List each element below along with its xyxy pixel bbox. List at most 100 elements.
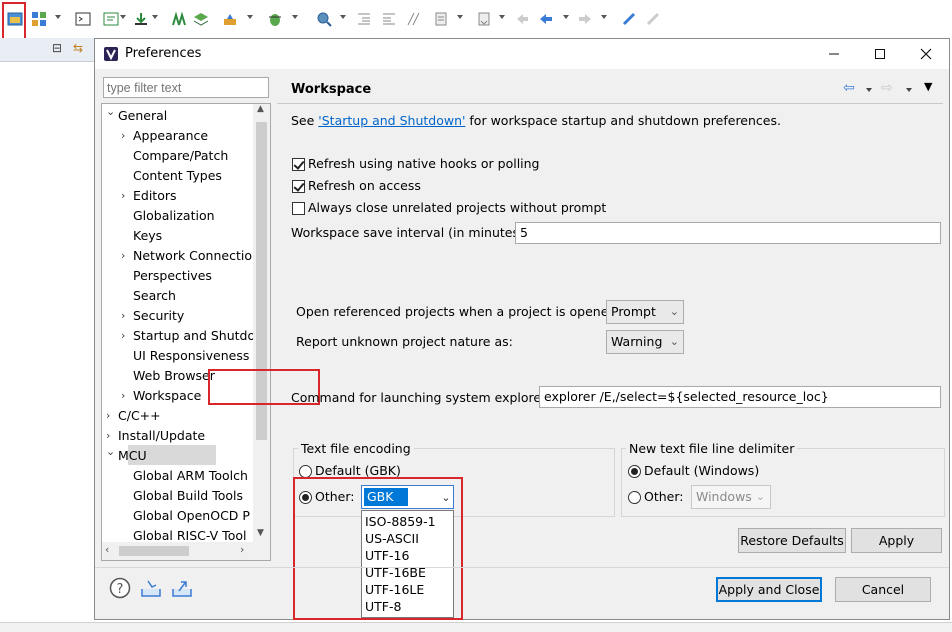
minimize-icon — [829, 53, 839, 55]
apply-button[interactable]: Apply — [851, 528, 942, 553]
svg-text:?: ? — [117, 582, 124, 597]
outdent-icon[interactable] — [381, 11, 397, 27]
scroll-down-icon[interactable]: ▼ — [257, 528, 264, 538]
pin-editor-icon[interactable] — [621, 11, 637, 27]
chevron-right-icon[interactable]: › — [121, 126, 125, 146]
toggle-comment-icon[interactable] — [405, 11, 421, 27]
view-menu-icon[interactable]: ▼ — [924, 80, 932, 93]
close-icon — [920, 48, 932, 60]
terminal-icon[interactable] — [75, 11, 91, 27]
back-arrow-icon[interactable] — [538, 11, 554, 27]
console-icon[interactable] — [103, 11, 119, 27]
tree-item-label: Compare/Patch — [133, 148, 229, 163]
startup-shutdown-link[interactable]: 'Startup and Shutdown' — [318, 113, 465, 128]
report-unknown-select[interactable]: Warning ⌄ — [606, 330, 684, 354]
refresh-access-checkbox[interactable] — [292, 180, 305, 193]
chevron-down-icon[interactable] — [292, 15, 298, 19]
chevron-down-icon[interactable] — [601, 15, 607, 19]
chevron-down-icon[interactable] — [866, 88, 872, 92]
forward-arrow-icon[interactable]: ⇨ — [881, 80, 893, 96]
delimiter-default-radio[interactable] — [628, 465, 641, 478]
refresh-native-checkbox[interactable] — [292, 158, 305, 171]
chevron-down-icon[interactable] — [906, 88, 912, 92]
build-all-icon[interactable] — [171, 11, 187, 27]
title-bar: Preferences — [95, 39, 949, 69]
vertical-scrollbar[interactable]: ▲ ▼ — [253, 104, 270, 542]
tree-item-label: Workspace — [133, 388, 202, 403]
tree-item-label: Startup and Shutdo — [133, 328, 256, 343]
chevron-down-icon: ⌄ — [755, 490, 765, 503]
cancel-button[interactable]: Cancel — [835, 577, 931, 602]
delimiter-other-radio[interactable] — [628, 491, 641, 504]
window-title: Preferences — [125, 46, 202, 61]
open-referenced-select[interactable]: Prompt ⌄ — [606, 300, 684, 324]
restore-defaults-button[interactable]: Restore Defaults — [738, 528, 846, 553]
explorer-cmd-label: Command for launching system explorer: — [291, 390, 551, 405]
delimiter-value: Windows — [696, 489, 752, 504]
chevron-down-icon: ⌄ — [669, 305, 679, 318]
back-arrow-icon[interactable]: ⇦ — [843, 80, 855, 96]
annotation-icon[interactable] — [433, 11, 449, 27]
chevron-down-icon[interactable] — [55, 15, 61, 19]
chevron-right-icon[interactable]: › — [106, 406, 110, 426]
last-edit-icon[interactable] — [514, 11, 530, 27]
chevron-down-icon[interactable] — [152, 15, 158, 19]
open-referenced-value: Prompt — [611, 304, 656, 319]
chevron-down-icon: ⌄ — [669, 335, 679, 348]
ide-status-strip — [0, 622, 952, 632]
save-interval-input[interactable]: 5 — [515, 222, 941, 244]
close-button[interactable] — [903, 39, 949, 69]
chevron-right-icon[interactable]: › — [121, 186, 125, 206]
see-suffix: for workspace startup and shutdown prefe… — [465, 113, 781, 128]
tree-item-label: Editors — [133, 188, 177, 203]
chevron-down-icon[interactable]: ⌄ — [106, 442, 115, 462]
scroll-left-icon[interactable]: ‹ — [105, 543, 109, 556]
search-icon[interactable] — [316, 11, 332, 27]
delimiter-other-label: Other: — [644, 489, 684, 504]
preferences-tree: ⌄ General › Appearance Compare/Patch Content … — [101, 103, 271, 561]
always-close-checkbox[interactable] — [292, 202, 305, 215]
undo-pin-icon[interactable] — [645, 11, 661, 27]
chevron-down-icon[interactable]: ⌄ — [106, 104, 115, 122]
chevron-down-icon[interactable] — [457, 15, 463, 19]
chevron-right-icon[interactable]: › — [121, 386, 125, 406]
chevron-down-icon[interactable] — [120, 15, 126, 19]
chevron-down-icon[interactable] — [499, 15, 505, 19]
next-annotation-icon[interactable] — [476, 11, 492, 27]
filter-input[interactable] — [103, 77, 269, 98]
forward-arrow-icon[interactable] — [577, 11, 593, 27]
chevron-right-icon[interactable]: › — [121, 326, 125, 346]
scrollbar-thumb[interactable] — [119, 546, 189, 556]
apply-and-close-button[interactable]: Apply and Close — [716, 577, 822, 602]
debug-bug-icon[interactable] — [267, 11, 283, 27]
help-icon[interactable]: ? — [109, 577, 131, 599]
external-tools-icon[interactable] — [222, 11, 238, 27]
chevron-down-icon[interactable] — [340, 15, 346, 19]
tree-item-label: MCU — [118, 448, 147, 463]
chevron-down-icon[interactable] — [247, 15, 253, 19]
preferences-dialog: Preferences ⌄General›AppearanceCompare/P… — [94, 38, 950, 620]
export-icon[interactable] — [171, 577, 193, 599]
maximize-button[interactable] — [857, 39, 903, 69]
minimize-button[interactable] — [811, 39, 857, 69]
chevron-down-icon[interactable] — [563, 15, 569, 19]
scroll-up-icon[interactable]: ▲ — [257, 104, 264, 114]
report-unknown-label: Report unknown project nature as: — [296, 334, 513, 349]
tree-item-label: Global OpenOCD P — [133, 508, 250, 523]
link-editor-icon[interactable]: ⇆ — [73, 41, 83, 55]
download-icon[interactable] — [133, 11, 149, 27]
scroll-right-icon[interactable]: › — [240, 543, 244, 556]
explorer-cmd-input[interactable]: explorer /E,/select=${selected_resource_… — [539, 386, 941, 408]
eclipse-logo-icon — [103, 46, 119, 62]
divider — [95, 567, 949, 568]
ide-left-panel — [0, 38, 94, 632]
import-icon[interactable] — [140, 577, 162, 599]
minimize-view-icon[interactable]: ⊟ — [52, 41, 62, 55]
layers-icon[interactable] — [193, 11, 209, 27]
new-wizard-icon[interactable] — [31, 11, 47, 27]
horizontal-scrollbar[interactable]: ‹ › — [102, 542, 270, 560]
chevron-right-icon[interactable]: › — [121, 306, 125, 326]
see-prefix: See — [291, 113, 319, 128]
chevron-right-icon[interactable]: › — [121, 246, 125, 266]
indent-icon[interactable] — [356, 11, 372, 27]
